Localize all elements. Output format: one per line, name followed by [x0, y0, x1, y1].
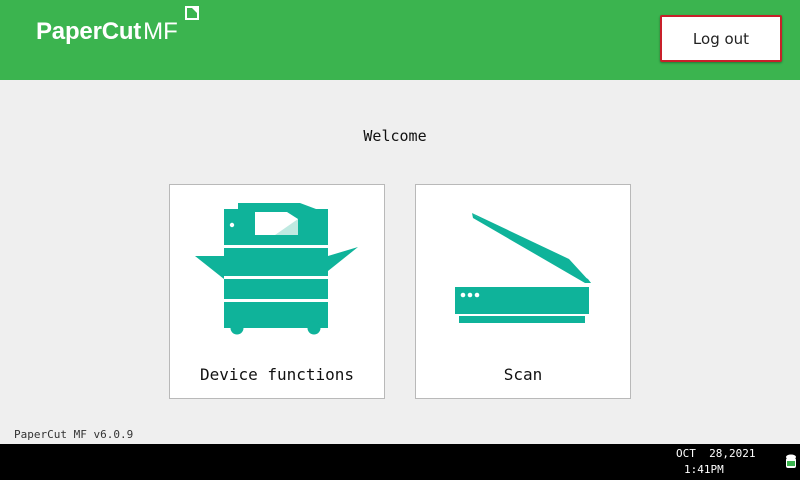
copier-icon [195, 203, 358, 335]
header-bar: PaperCutMF Log out [0, 0, 800, 80]
status-bar: OCT 28,2021 1:41PM [0, 444, 800, 480]
status-date: OCT 28,2021 [676, 447, 756, 460]
scan-label: Scan [503, 365, 543, 384]
logo-text-bold: PaperCut [36, 18, 142, 45]
status-time: 1:41PM [684, 463, 724, 476]
logo-text-light: MF [143, 18, 178, 45]
logout-button[interactable]: Log out [660, 15, 782, 62]
logo-mark-icon [185, 6, 199, 20]
welcome-text: Welcome [363, 127, 427, 145]
device-functions-tile[interactable]: Device functions [169, 184, 385, 399]
device-functions-label: Device functions [199, 365, 355, 384]
papercut-logo: PaperCutMF [36, 17, 178, 47]
scan-tile[interactable]: Scan [415, 184, 631, 399]
scanner-icon [455, 213, 591, 323]
version-text: PaperCut MF v6.0.9 [14, 428, 134, 441]
status-icon [786, 454, 796, 468]
